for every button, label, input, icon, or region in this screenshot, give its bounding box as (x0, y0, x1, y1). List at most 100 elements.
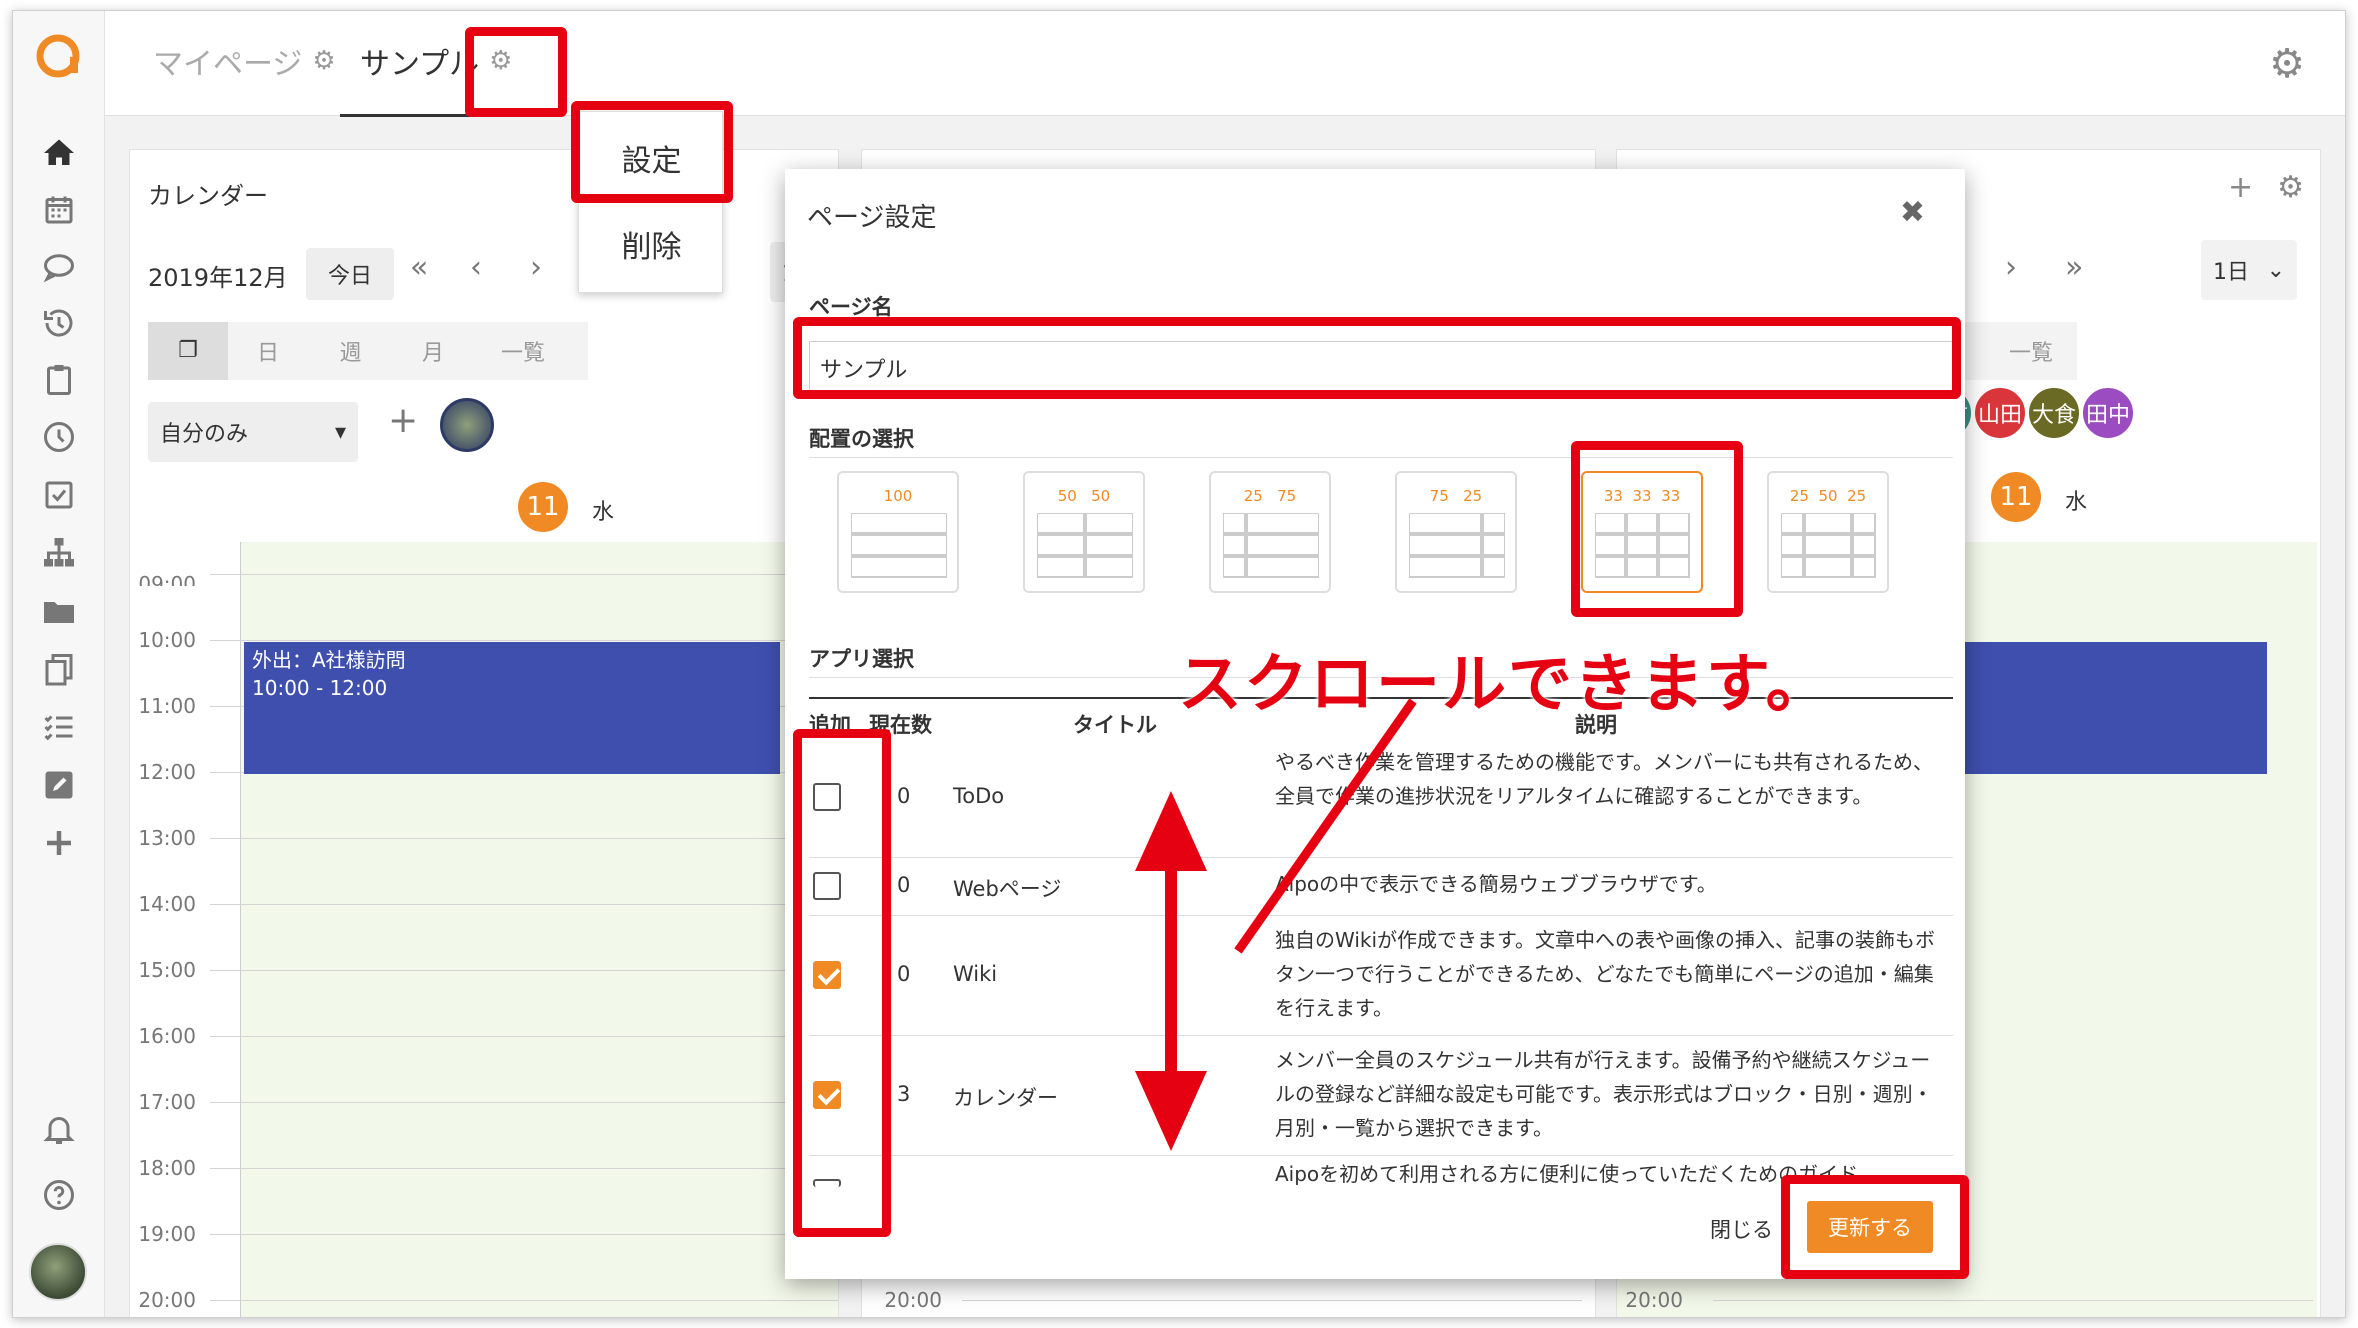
app-count: 0 (897, 784, 911, 808)
hour-line (210, 1168, 838, 1169)
user-avatar[interactable] (29, 1243, 87, 1301)
layout-ratio-label: 25 50 25 (1789, 487, 1867, 505)
hour-label: 12:00 (138, 760, 196, 784)
scope-select[interactable]: 自分のみ ▾ (148, 402, 358, 462)
member-avatar[interactable]: 田中 (2081, 386, 2135, 440)
portlet-tools: + ⚙ (2228, 170, 2304, 205)
add-icon[interactable] (29, 819, 89, 867)
hour-line (210, 904, 838, 905)
portlet-title: カレンダー (148, 182, 268, 210)
layout-ratio-label: 100 (883, 487, 913, 505)
tab-mypage[interactable]: マイページ ⚙ (153, 39, 336, 83)
history-icon[interactable] (29, 299, 89, 347)
plus-icon[interactable]: + (2228, 170, 2253, 205)
calendar-event[interactable]: 外出：A社様訪問 10:00 - 12:00 (244, 642, 780, 774)
home-icon[interactable] (29, 129, 89, 177)
todo-check-icon[interactable] (29, 471, 89, 519)
member-avatar[interactable]: 山田 (1973, 386, 2027, 440)
close-icon[interactable]: ✖ (1900, 195, 1925, 230)
app-description: やるべき作業を管理するための機能です。メンバーにも共有されるため、全員で作業の進… (1275, 750, 1933, 808)
folder-icon[interactable] (29, 587, 89, 635)
layout-preview-icon (851, 513, 947, 578)
hour-line (210, 1102, 838, 1103)
close-button[interactable]: 閉じる (1710, 1214, 1773, 1244)
bell-icon[interactable] (29, 1105, 89, 1153)
hour-line (210, 1036, 838, 1037)
top-bar: マイページ ⚙ サンプル ⚙ ⚙ (105, 11, 2345, 117)
chevron-right-icon[interactable]: › (530, 250, 542, 285)
app-count: 0 (897, 962, 911, 986)
hour-label: 19:00 (138, 1222, 196, 1246)
hour-label: 15:00 (138, 958, 196, 982)
hour-label: 16:00 (138, 1024, 196, 1048)
settings-gear-icon[interactable]: ⚙ (2269, 41, 2305, 87)
double-chevron-left-icon[interactable]: « (410, 250, 428, 285)
app-title: Webページ (953, 877, 1062, 901)
gear-icon[interactable]: ⚙ (312, 46, 335, 76)
layout-option[interactable]: 50 50 (1023, 471, 1145, 593)
task-list-icon[interactable] (29, 703, 89, 751)
date-badge: 11 (1991, 472, 2041, 522)
tab-label: サンプル (360, 47, 480, 82)
tab-list[interactable]: 一覧 (2009, 335, 2053, 367)
modal-title: ページ設定 (807, 203, 937, 233)
layout-option[interactable]: 100 (837, 471, 959, 593)
row-divider (809, 857, 1953, 858)
app-title: Wiki (953, 962, 998, 986)
scope-select-value: 自分のみ (160, 422, 249, 447)
edit-icon[interactable] (29, 761, 89, 809)
member-avatar[interactable]: 大食 (2027, 386, 2081, 440)
annotation-box-layout (1571, 441, 1743, 617)
browser-frame: マイページ ⚙ サンプル ⚙ ⚙ カレンダー + 2019年12月 今日 « ‹ ›… (12, 10, 2346, 1318)
hour-label: 14:00 (138, 892, 196, 916)
hour-label: 17:00 (138, 1090, 196, 1114)
annotation-box-settings (571, 101, 733, 203)
app-count: 0 (897, 873, 911, 897)
tab-day[interactable]: 日 (228, 335, 308, 367)
layout-ratio-label: 50 50 (1057, 487, 1111, 505)
gear-icon[interactable]: ⚙ (2277, 170, 2304, 205)
annotation-box-checkboxes (793, 729, 891, 1237)
row-divider (809, 1155, 1953, 1156)
tab-week[interactable]: 週 (308, 335, 393, 367)
org-chart-icon[interactable] (29, 529, 89, 577)
calendar-month: 2019年12月 (148, 264, 288, 292)
chevron-left-icon[interactable]: ‹ (470, 250, 482, 285)
annotation-box-update (1781, 1175, 1969, 1279)
layout-preview-icon (1781, 513, 1876, 578)
tab-list[interactable]: 一覧 (473, 335, 573, 367)
chevron-right-icon[interactable]: › (2005, 250, 2017, 285)
copy-icon[interactable] (29, 645, 89, 693)
help-icon[interactable] (29, 1171, 89, 1219)
block-view-icon[interactable]: ❐ (148, 322, 228, 380)
app-window: マイページ ⚙ サンプル ⚙ ⚙ カレンダー + 2019年12月 今日 « ‹ ›… (0, 0, 2358, 1328)
add-member-icon[interactable]: + (388, 400, 418, 441)
hour-label: 18:00 (138, 1156, 196, 1180)
double-chevron-right-icon[interactable]: » (2065, 250, 2083, 285)
hour-line (962, 1300, 1582, 1301)
app-count: 3 (897, 1082, 911, 1106)
app-title: ToDo (953, 784, 1005, 808)
calendar-portlet-left: カレンダー + 2019年12月 今日 « ‹ › ❐ 日 週 月 一覧 自分の… (129, 149, 839, 1317)
tab-label: マイページ (153, 47, 303, 82)
app-description: 独自のWikiが作成できます。文章中への表や画像の挿入、記事の装飾もボタン一つで… (1275, 928, 1936, 1020)
tab-month[interactable]: 月 (393, 335, 473, 367)
clipboard-icon[interactable] (29, 356, 89, 404)
view-tabs: ❐ 日 週 月 一覧 (148, 322, 588, 380)
member-avatar[interactable] (440, 398, 494, 452)
scroll-annotation: スクロールできます。 (1178, 648, 1832, 722)
chat-icon[interactable] (29, 243, 89, 291)
hour-label: 20:00 (1625, 1288, 1683, 1312)
today-button[interactable]: 今日 (306, 248, 395, 300)
calendar-icon[interactable] (29, 186, 89, 234)
aipo-logo[interactable] (33, 31, 83, 81)
menu-item-delete[interactable]: 削除 (579, 222, 724, 266)
layout-option[interactable]: 25 75 (1209, 471, 1331, 593)
chevron-down-icon: ⌄ (2266, 257, 2285, 283)
layout-option[interactable]: 75 25 (1395, 471, 1517, 593)
hour-line (1713, 1300, 2313, 1301)
clock-icon[interactable] (29, 413, 89, 461)
range-select[interactable]: 1日 ⌄ (2201, 240, 2297, 300)
layout-preview-icon (1409, 513, 1505, 578)
layout-option[interactable]: 25 50 25 (1767, 471, 1889, 593)
